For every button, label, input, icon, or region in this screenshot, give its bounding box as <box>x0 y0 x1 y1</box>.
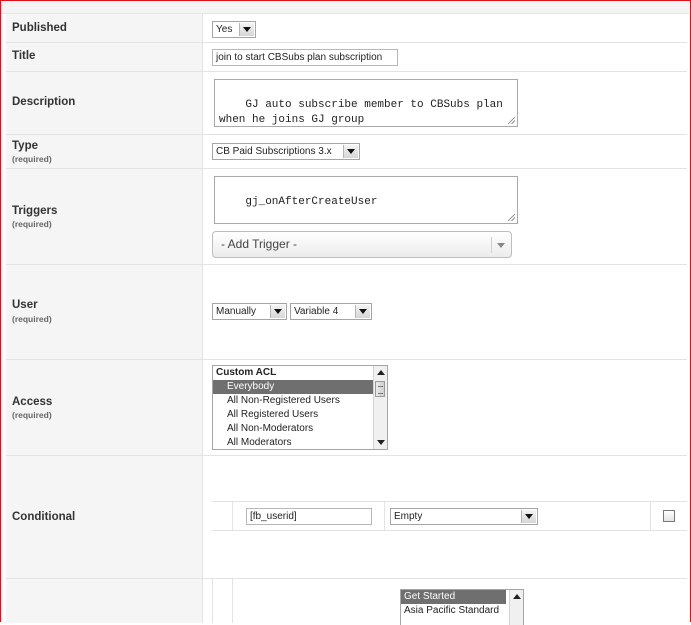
scroll-thumb[interactable] <box>375 381 385 397</box>
access-option[interactable]: All Non-Moderators <box>213 422 387 436</box>
access-optgroup: Custom ACL <box>216 367 277 378</box>
triggers-label: Triggers <box>12 205 58 217</box>
chevron-down-icon <box>239 23 254 36</box>
resize-grip-icon[interactable] <box>508 117 515 124</box>
conditional-operator-select[interactable]: Empty <box>390 508 538 525</box>
access-required: (required) <box>12 410 52 420</box>
subtable-divider <box>384 502 385 530</box>
published-select[interactable]: Yes <box>212 21 256 38</box>
user-label: User <box>12 299 38 311</box>
plans-listbox[interactable]: Get Started Asia Pacific Standard <box>400 589 524 625</box>
add-trigger-text: - Add Trigger - <box>221 237 298 251</box>
plans-scrollbar[interactable] <box>509 590 523 625</box>
access-scrollbar[interactable] <box>373 366 387 449</box>
row-published: Published Yes <box>6 14 687 43</box>
dropdown-separator <box>491 237 492 253</box>
scroll-up-icon[interactable] <box>513 594 521 599</box>
add-trigger-dropdown[interactable]: - Add Trigger - <box>212 231 512 258</box>
scroll-down-icon[interactable] <box>377 440 385 445</box>
subtable-divider <box>232 579 233 623</box>
row-type: Type (required) CB Paid Subscriptions 3.… <box>6 135 687 169</box>
subtable-divider <box>232 502 233 530</box>
row-access: Access (required) Custom ACL Everybody A… <box>6 360 687 456</box>
label-cell <box>6 265 203 359</box>
row-conditional: Conditional [fb_userid] Empty <box>6 456 687 579</box>
row-title: Title join to start CBSubs plan subscrip… <box>6 43 687 72</box>
plans-option[interactable]: Asia Pacific Standard <box>401 604 523 618</box>
title-input-value: join to start CBSubs plan subscription <box>216 52 383 63</box>
title-input[interactable]: join to start CBSubs plan subscription <box>212 49 398 66</box>
user-mode-select[interactable]: Manually <box>212 303 287 320</box>
chevron-down-icon <box>270 305 285 318</box>
top-strip <box>1 1 689 14</box>
chevron-down-icon <box>497 243 505 248</box>
published-select-value: Yes <box>216 24 233 35</box>
conditional-field-input[interactable]: [fb_userid] <box>246 508 372 525</box>
conditional-operator-value: Empty <box>394 511 423 522</box>
chevron-down-icon <box>521 510 536 523</box>
type-select-value: CB Paid Subscriptions 3.x <box>216 146 332 157</box>
row-user: User (required) Manually Variable 4 <box>6 265 687 360</box>
conditional-checkbox[interactable] <box>663 510 675 522</box>
row-plans: Get Started Asia Pacific Standard <box>6 579 687 625</box>
triggers-textarea[interactable]: gj_onAfterCreateUser <box>214 176 518 224</box>
access-option-selected[interactable]: Everybody <box>213 380 374 394</box>
type-label: Type <box>12 140 38 152</box>
label-cell <box>6 579 203 623</box>
published-label: Published <box>12 22 67 34</box>
type-required: (required) <box>12 154 52 164</box>
chevron-down-icon <box>355 305 370 318</box>
access-listbox[interactable]: Custom ACL Everybody All Non-Registered … <box>212 365 388 450</box>
description-text: GJ auto subscribe member to CBSubs plan … <box>219 99 503 126</box>
label-cell <box>6 43 203 71</box>
access-label: Access <box>12 396 53 408</box>
description-label: Description <box>12 96 76 108</box>
access-option[interactable]: All Registered Users <box>213 408 387 422</box>
row-description: Description GJ auto subscribe member to … <box>6 72 687 135</box>
user-mode-value: Manually <box>216 306 257 317</box>
conditional-field-value: [fb_userid] <box>250 511 297 522</box>
user-required: (required) <box>12 314 52 324</box>
access-option[interactable]: All Non-Registered Users <box>213 394 387 408</box>
row-triggers: Triggers (required) gj_onAfterCreateUser… <box>6 169 687 265</box>
title-label: Title <box>12 50 36 62</box>
user-variable-value: Variable 4 <box>294 306 339 317</box>
user-variable-select[interactable]: Variable 4 <box>290 303 372 320</box>
subtable-divider <box>212 579 213 623</box>
triggers-text: gj_onAfterCreateUser <box>245 196 378 208</box>
conditional-label: Conditional <box>12 511 76 523</box>
resize-grip-icon[interactable] <box>508 214 515 221</box>
plans-option-selected[interactable]: Get Started <box>401 590 506 604</box>
subtable-divider <box>650 502 651 530</box>
description-textarea[interactable]: GJ auto subscribe member to CBSubs plan … <box>214 79 518 127</box>
scroll-up-icon[interactable] <box>377 370 385 375</box>
chevron-down-icon <box>343 145 358 158</box>
triggers-required: (required) <box>12 219 52 229</box>
access-option[interactable]: All Moderators <box>213 436 387 449</box>
type-select[interactable]: CB Paid Subscriptions 3.x <box>212 143 360 160</box>
